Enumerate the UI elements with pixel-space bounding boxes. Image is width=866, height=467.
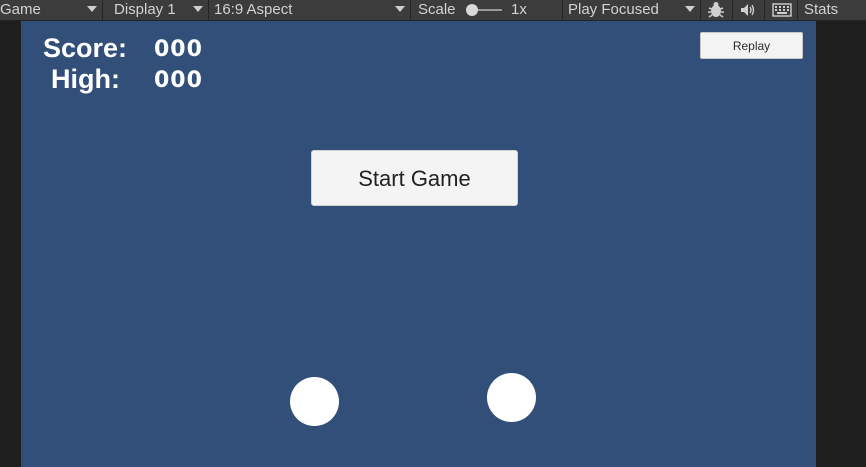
score-value: 000 — [154, 37, 203, 62]
display-dropdown[interactable]: Display 1 — [114, 0, 176, 20]
toolbar-divider — [562, 0, 563, 20]
start-game-button[interactable]: Start Game — [311, 150, 518, 206]
toolbar-divider — [700, 0, 701, 20]
chevron-down-icon — [685, 6, 695, 12]
stats-label: Stats — [804, 1, 839, 18]
scale-label: Scale — [418, 1, 456, 18]
bug-icon[interactable] — [706, 0, 726, 20]
toolbar-divider — [410, 0, 411, 20]
scale-slider-handle[interactable] — [466, 4, 478, 16]
toolbar-divider — [102, 0, 103, 20]
aspect-label: 16:9 Aspect — [214, 1, 293, 18]
game-tab-dropdown[interactable]: Game — [0, 0, 41, 20]
chevron-down-icon — [87, 6, 97, 12]
play-mode-label: Play Focused — [568, 1, 659, 18]
game-viewport[interactable]: Score: 000 High: 000 Replay Start Game — [21, 21, 816, 467]
high-score-value: 000 — [154, 68, 203, 93]
toolbar-divider — [764, 0, 765, 20]
stats-button[interactable]: Stats — [804, 0, 838, 20]
toolbar-divider — [732, 0, 733, 20]
ball-left — [290, 377, 339, 426]
toolbar-divider — [208, 0, 209, 20]
high-score-label: High: — [51, 64, 120, 94]
game-view-toolbar: Game Display 1 16:9 Aspect Scale 1x Play… — [0, 0, 866, 21]
score-label: Score: — [43, 33, 128, 63]
replay-button-label: Replay — [732, 39, 771, 53]
keyboard-icon[interactable] — [771, 0, 793, 20]
audio-icon[interactable] — [738, 0, 758, 20]
start-game-button-label: Start Game — [358, 166, 471, 191]
toolbar-divider — [797, 0, 798, 20]
game-tab-label: Game — [0, 1, 41, 18]
ball-right — [487, 373, 536, 422]
play-mode-dropdown[interactable]: Play Focused — [568, 0, 659, 20]
unity-game-view: Game Display 1 16:9 Aspect Scale 1x Play… — [0, 0, 866, 467]
display-label: Display 1 — [114, 1, 176, 18]
chevron-down-icon — [395, 6, 405, 12]
left-gutter — [0, 21, 21, 467]
replay-button[interactable]: Replay — [700, 32, 803, 59]
scale-value: 1x — [511, 1, 527, 18]
chevron-down-icon — [193, 6, 203, 12]
right-gutter — [816, 21, 866, 467]
aspect-dropdown[interactable]: 16:9 Aspect — [214, 0, 292, 20]
